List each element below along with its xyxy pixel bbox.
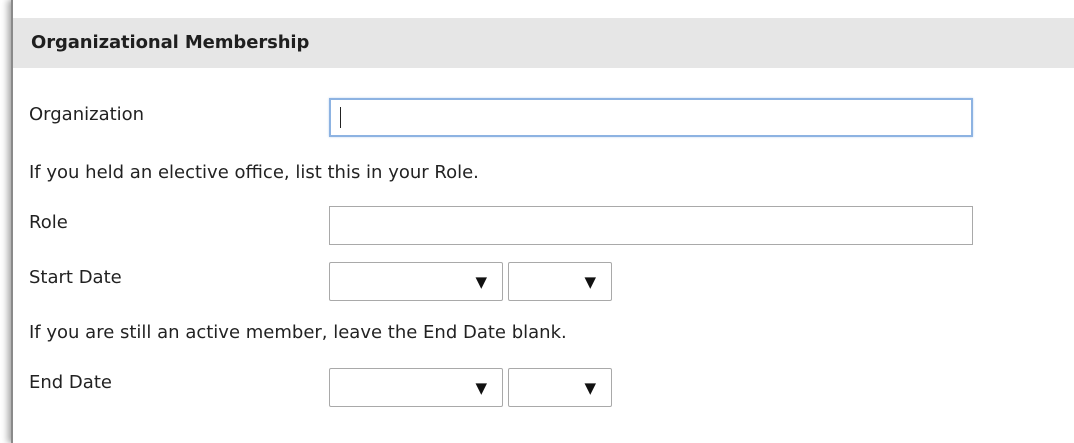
- chevron-down-icon: ▼: [475, 379, 487, 397]
- role-input[interactable]: [329, 206, 973, 245]
- start-date-month-select[interactable]: ▼: [329, 262, 503, 301]
- chevron-down-icon: ▼: [475, 273, 487, 291]
- organizational-membership-panel: Organizational Membership Organization I…: [11, 0, 1074, 443]
- elective-office-note: If you held an elective office, list thi…: [29, 162, 479, 183]
- end-date-month-select[interactable]: ▼: [329, 368, 503, 407]
- active-member-note: If you are still an active member, leave…: [29, 322, 567, 343]
- chevron-down-icon: ▼: [584, 273, 596, 291]
- organization-input[interactable]: [329, 98, 973, 137]
- organization-label: Organization: [29, 104, 145, 125]
- chevron-down-icon: ▼: [584, 379, 596, 397]
- end-date-year-select[interactable]: ▼: [508, 368, 612, 407]
- role-label: Role: [29, 212, 68, 233]
- text-caret: [340, 107, 341, 128]
- section-header: Organizational Membership: [13, 18, 1074, 68]
- end-date-label: End Date: [29, 372, 112, 393]
- section-title: Organizational Membership: [31, 32, 310, 53]
- start-date-year-select[interactable]: ▼: [508, 262, 612, 301]
- start-date-label: Start Date: [29, 267, 122, 288]
